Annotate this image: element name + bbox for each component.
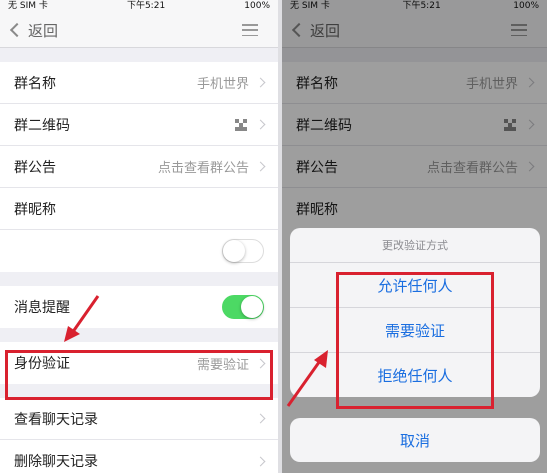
message-alert-row: 消息提醒 bbox=[0, 286, 278, 328]
group-name-label: 群名称 bbox=[14, 75, 56, 92]
red-arrow-icon bbox=[286, 350, 328, 407]
back-chevron-icon[interactable] bbox=[9, 22, 25, 38]
settings-group-2: 消息提醒 bbox=[0, 286, 278, 328]
qr-code-icon bbox=[235, 118, 247, 131]
chevron-right-icon bbox=[255, 456, 266, 466]
chevron-right-icon bbox=[255, 119, 266, 130]
chat-history-row[interactable]: 查看聊天记录 bbox=[0, 398, 278, 440]
settings-group-1: 群名称 手机世界 群二维码 群公告 点击查看群公告 群昵称 bbox=[0, 62, 278, 272]
settings-group-4: 查看聊天记录 删除聊天记录 bbox=[0, 398, 278, 473]
carrier-label: 无 SIM 卡 bbox=[8, 1, 48, 11]
message-alert-label: 消息提醒 bbox=[14, 300, 70, 316]
group-name-row[interactable]: 群名称 手机世界 bbox=[0, 62, 278, 104]
chevron-right-icon bbox=[255, 161, 266, 172]
highlight-box-identity bbox=[5, 350, 273, 400]
right-phone-screen: 无 SIM 卡 下午5:21 100% 返回 群名称 手机世界 群二维码 群公告 bbox=[282, 0, 547, 473]
back-button[interactable]: 返回 bbox=[28, 20, 242, 41]
status-bar: 无 SIM 卡 下午5:21 100% bbox=[0, 0, 278, 13]
group-notice-value: 点击查看群公告 bbox=[157, 161, 249, 176]
menu-icon[interactable] bbox=[242, 24, 258, 36]
group-qr-label: 群二维码 bbox=[14, 117, 70, 134]
chat-history-label: 查看聊天记录 bbox=[14, 411, 98, 428]
chevron-right-icon bbox=[255, 413, 266, 424]
screenshot-composite: 无 SIM 卡 下午5:21 100% 返回 群名称 手机世界 群二维码 群公告 bbox=[0, 0, 547, 473]
delete-history-row[interactable]: 删除聊天记录 bbox=[0, 440, 278, 473]
battery-label: 100% bbox=[244, 1, 270, 11]
unlabeled-toggle-row bbox=[0, 230, 278, 272]
delete-history-label: 删除聊天记录 bbox=[14, 454, 98, 470]
left-phone-screen: 无 SIM 卡 下午5:21 100% 返回 群名称 手机世界 群二维码 群公告 bbox=[0, 0, 278, 473]
group-qr-row[interactable]: 群二维码 bbox=[0, 104, 278, 146]
chevron-right-icon bbox=[255, 77, 266, 88]
group-notice-label: 群公告 bbox=[14, 159, 56, 176]
unlabeled-toggle[interactable] bbox=[222, 239, 264, 263]
group-notice-row[interactable]: 群公告 点击查看群公告 bbox=[0, 146, 278, 188]
cancel-button[interactable]: 取消 bbox=[290, 418, 540, 462]
group-name-value: 手机世界 bbox=[196, 77, 249, 92]
group-nickname-row[interactable]: 群昵称 bbox=[0, 188, 278, 230]
sheet-title: 更改验证方式 bbox=[290, 228, 540, 263]
highlight-box-options bbox=[336, 272, 494, 409]
group-nickname-label: 群昵称 bbox=[14, 201, 56, 218]
red-arrow-icon bbox=[64, 295, 100, 342]
message-alert-toggle[interactable] bbox=[222, 295, 264, 319]
nav-bar: 返回 bbox=[0, 13, 278, 48]
time-label: 下午5:21 bbox=[126, 1, 166, 11]
